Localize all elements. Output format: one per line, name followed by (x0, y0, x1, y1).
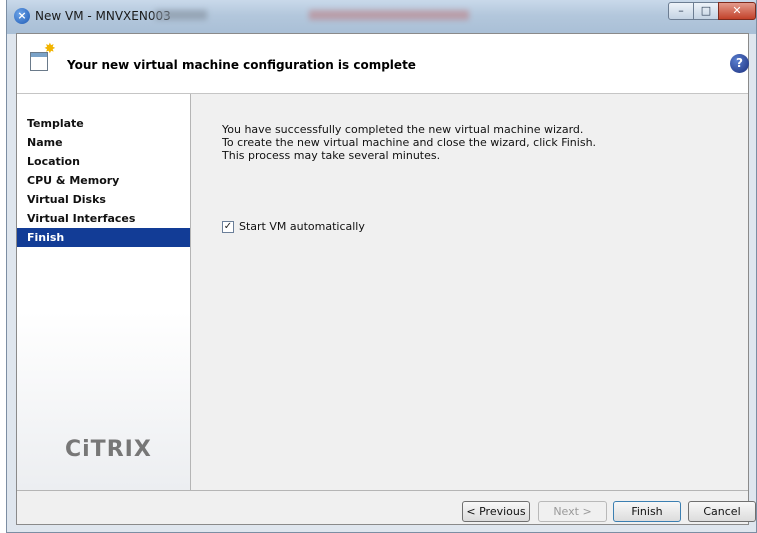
message-line: This process may take several minutes. (222, 149, 441, 162)
redacted-text (309, 10, 469, 20)
finish-button[interactable]: Finish (613, 501, 681, 522)
maximize-button[interactable]: □ (693, 2, 719, 20)
completion-message: You have successfully completed the new … (222, 123, 596, 162)
start-vm-label[interactable]: Start VM automatically (239, 220, 365, 233)
help-icon[interactable]: ? (730, 54, 749, 73)
sparkle-icon: ✸ (44, 41, 56, 57)
wizard-header: ✸ Your new virtual machine configuration… (17, 34, 749, 94)
next-button[interactable]: Next > (538, 501, 607, 522)
sidebar-item-template[interactable]: Template (17, 114, 190, 133)
cancel-button[interactable]: Cancel (688, 501, 756, 522)
sidebar-item-finish[interactable]: Finish (17, 228, 190, 247)
redacted-text (155, 10, 207, 20)
footer-divider (17, 490, 748, 491)
close-button[interactable]: ✕ (718, 2, 756, 20)
minimize-button[interactable]: – (668, 2, 694, 20)
page-title: Your new virtual machine configuration i… (67, 58, 416, 72)
sidebar-item-location[interactable]: Location (17, 152, 190, 171)
xen-app-icon: × (14, 8, 30, 24)
wizard-window: × New VM - MNVXEN003 – □ ✕ ✸ Your new vi… (6, 0, 757, 533)
message-line: You have successfully completed the new … (222, 123, 584, 136)
wizard-body: ✸ Your new virtual machine configuration… (16, 33, 756, 525)
window-title: New VM - MNVXEN003 (35, 9, 171, 23)
sidebar-item-name[interactable]: Name (17, 133, 190, 152)
title-bar[interactable]: × New VM - MNVXEN003 – □ ✕ (7, 0, 756, 34)
sidebar-item-virtual-disks[interactable]: Virtual Disks (17, 190, 190, 209)
start-vm-checkbox[interactable]: ✓ (222, 221, 234, 233)
sidebar-item-cpu-memory[interactable]: CPU & Memory (17, 171, 190, 190)
message-line: To create the new virtual machine and cl… (222, 136, 597, 149)
citrix-logo: CiTRIX (65, 437, 152, 462)
sidebar-item-virtual-interfaces[interactable]: Virtual Interfaces (17, 209, 190, 228)
previous-button[interactable]: < Previous (462, 501, 530, 522)
wizard-steps-sidebar: Template Name Location CPU & Memory Virt… (17, 94, 191, 490)
